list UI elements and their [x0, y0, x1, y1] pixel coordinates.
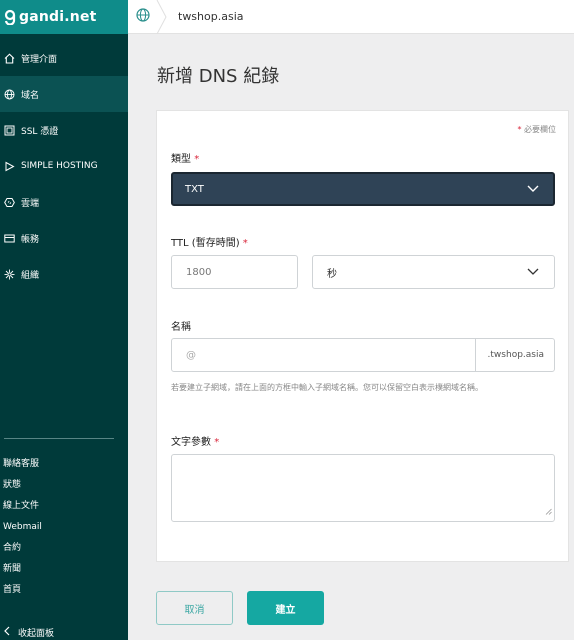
sidebar-nav: 管理介面 域名 SSL 憑證 SIMPLE HOSTING 雲端 帳務 組織: [0, 40, 128, 292]
sidebar-item-cloud[interactable]: 雲端: [0, 184, 128, 220]
page-title: 新增 DNS 紀錄: [157, 66, 280, 87]
sidebar-item-dashboard[interactable]: 管理介面: [0, 40, 128, 76]
cancel-button[interactable]: 取消: [156, 591, 233, 625]
sidebar-item-label: 帳務: [21, 234, 40, 245]
type-select-value: TXT: [185, 183, 204, 195]
ttl-unit-value: 秒: [327, 268, 337, 280]
breadcrumb-separator-icon: [156, 0, 168, 38]
name-label: 名稱: [171, 322, 191, 333]
breadcrumb-domain[interactable]: twshop.asia: [178, 10, 244, 23]
collapse-panel-button[interactable]: 收起面板: [3, 626, 54, 639]
ttl-input[interactable]: 1800: [171, 255, 298, 289]
footer-link-docs[interactable]: 線上文件: [3, 498, 42, 519]
collapse-panel-label: 收起面板: [18, 629, 55, 639]
create-button[interactable]: 建立: [247, 591, 324, 625]
chevron-left-icon: [3, 626, 10, 639]
text-value-label: 文字參數 *: [171, 437, 220, 448]
sidebar-item-label: 組織: [21, 270, 40, 281]
type-select[interactable]: TXT: [171, 172, 555, 206]
footer-link-news[interactable]: 新聞: [3, 561, 42, 582]
certificate-icon: [3, 124, 15, 136]
sidebar-divider: [4, 438, 114, 439]
footer-link-support[interactable]: 聯絡客服: [3, 456, 42, 477]
sidebar-item-label: 管理介面: [21, 54, 58, 65]
brand[interactable]: gandi.net: [0, 0, 128, 34]
sidebar-item-billing[interactable]: 帳務: [0, 220, 128, 256]
globe-icon: [3, 88, 15, 100]
play-icon: [3, 160, 15, 172]
sidebar-item-label: 雲端: [21, 198, 40, 209]
required-note: * 必要欄位: [517, 125, 556, 134]
gandi-logo-icon: [4, 9, 16, 25]
topbar-globe-button[interactable]: [128, 0, 158, 33]
home-icon: [3, 52, 15, 64]
globe-icon: [136, 7, 150, 26]
sidebar-item-domains[interactable]: 域名: [0, 76, 128, 112]
name-input[interactable]: @ .twshop.asia: [171, 338, 555, 372]
sidebar-item-simple-hosting[interactable]: SIMPLE HOSTING: [0, 148, 128, 184]
sidebar-item-label: SSL 憑證: [21, 126, 59, 137]
ttl-unit-select[interactable]: 秒: [312, 255, 555, 289]
chevron-down-icon: [527, 268, 539, 279]
topbar: twshop.asia: [128, 0, 574, 35]
name-input-placeholder: @: [186, 349, 196, 361]
chevron-down-icon: [527, 185, 539, 196]
footer-link-webmail[interactable]: Webmail: [3, 519, 42, 540]
footer-link-home[interactable]: 首頁: [3, 582, 42, 603]
resize-handle-icon[interactable]: [545, 500, 552, 519]
brand-name: gandi.net: [19, 9, 97, 25]
organization-icon: [3, 268, 15, 280]
dns-record-form: * 必要欄位 類型 * TXT TTL (暫存時間) * 1800 秒 名稱 @…: [156, 110, 569, 562]
sidebar-item-organization[interactable]: 組織: [0, 256, 128, 292]
text-value-textarea[interactable]: [171, 454, 555, 522]
sidebar: gandi.net 管理介面 域名 SSL 憑證 SIMPLE HOSTING …: [0, 0, 128, 640]
footer-link-contracts[interactable]: 合約: [3, 540, 42, 561]
sidebar-item-ssl[interactable]: SSL 憑證: [0, 112, 128, 148]
footer-link-status[interactable]: 狀態: [3, 477, 42, 498]
domain-suffix: .twshop.asia: [474, 339, 554, 371]
cloud-icon: [3, 196, 15, 208]
type-label: 類型 *: [171, 154, 200, 165]
ttl-label: TTL (暫存時間) *: [171, 238, 248, 249]
sidebar-item-label: SIMPLE HOSTING: [21, 161, 98, 171]
sidebar-footer-links: 聯絡客服 狀態 線上文件 Webmail 合約 新聞 首頁: [3, 456, 42, 603]
card-icon: [3, 232, 15, 244]
name-hint: 若要建立子網域，請在上面的方框中輸入子網域名稱。您可以保留空白表示樸網域名稱。: [171, 383, 483, 392]
sidebar-item-label: 域名: [21, 90, 40, 101]
